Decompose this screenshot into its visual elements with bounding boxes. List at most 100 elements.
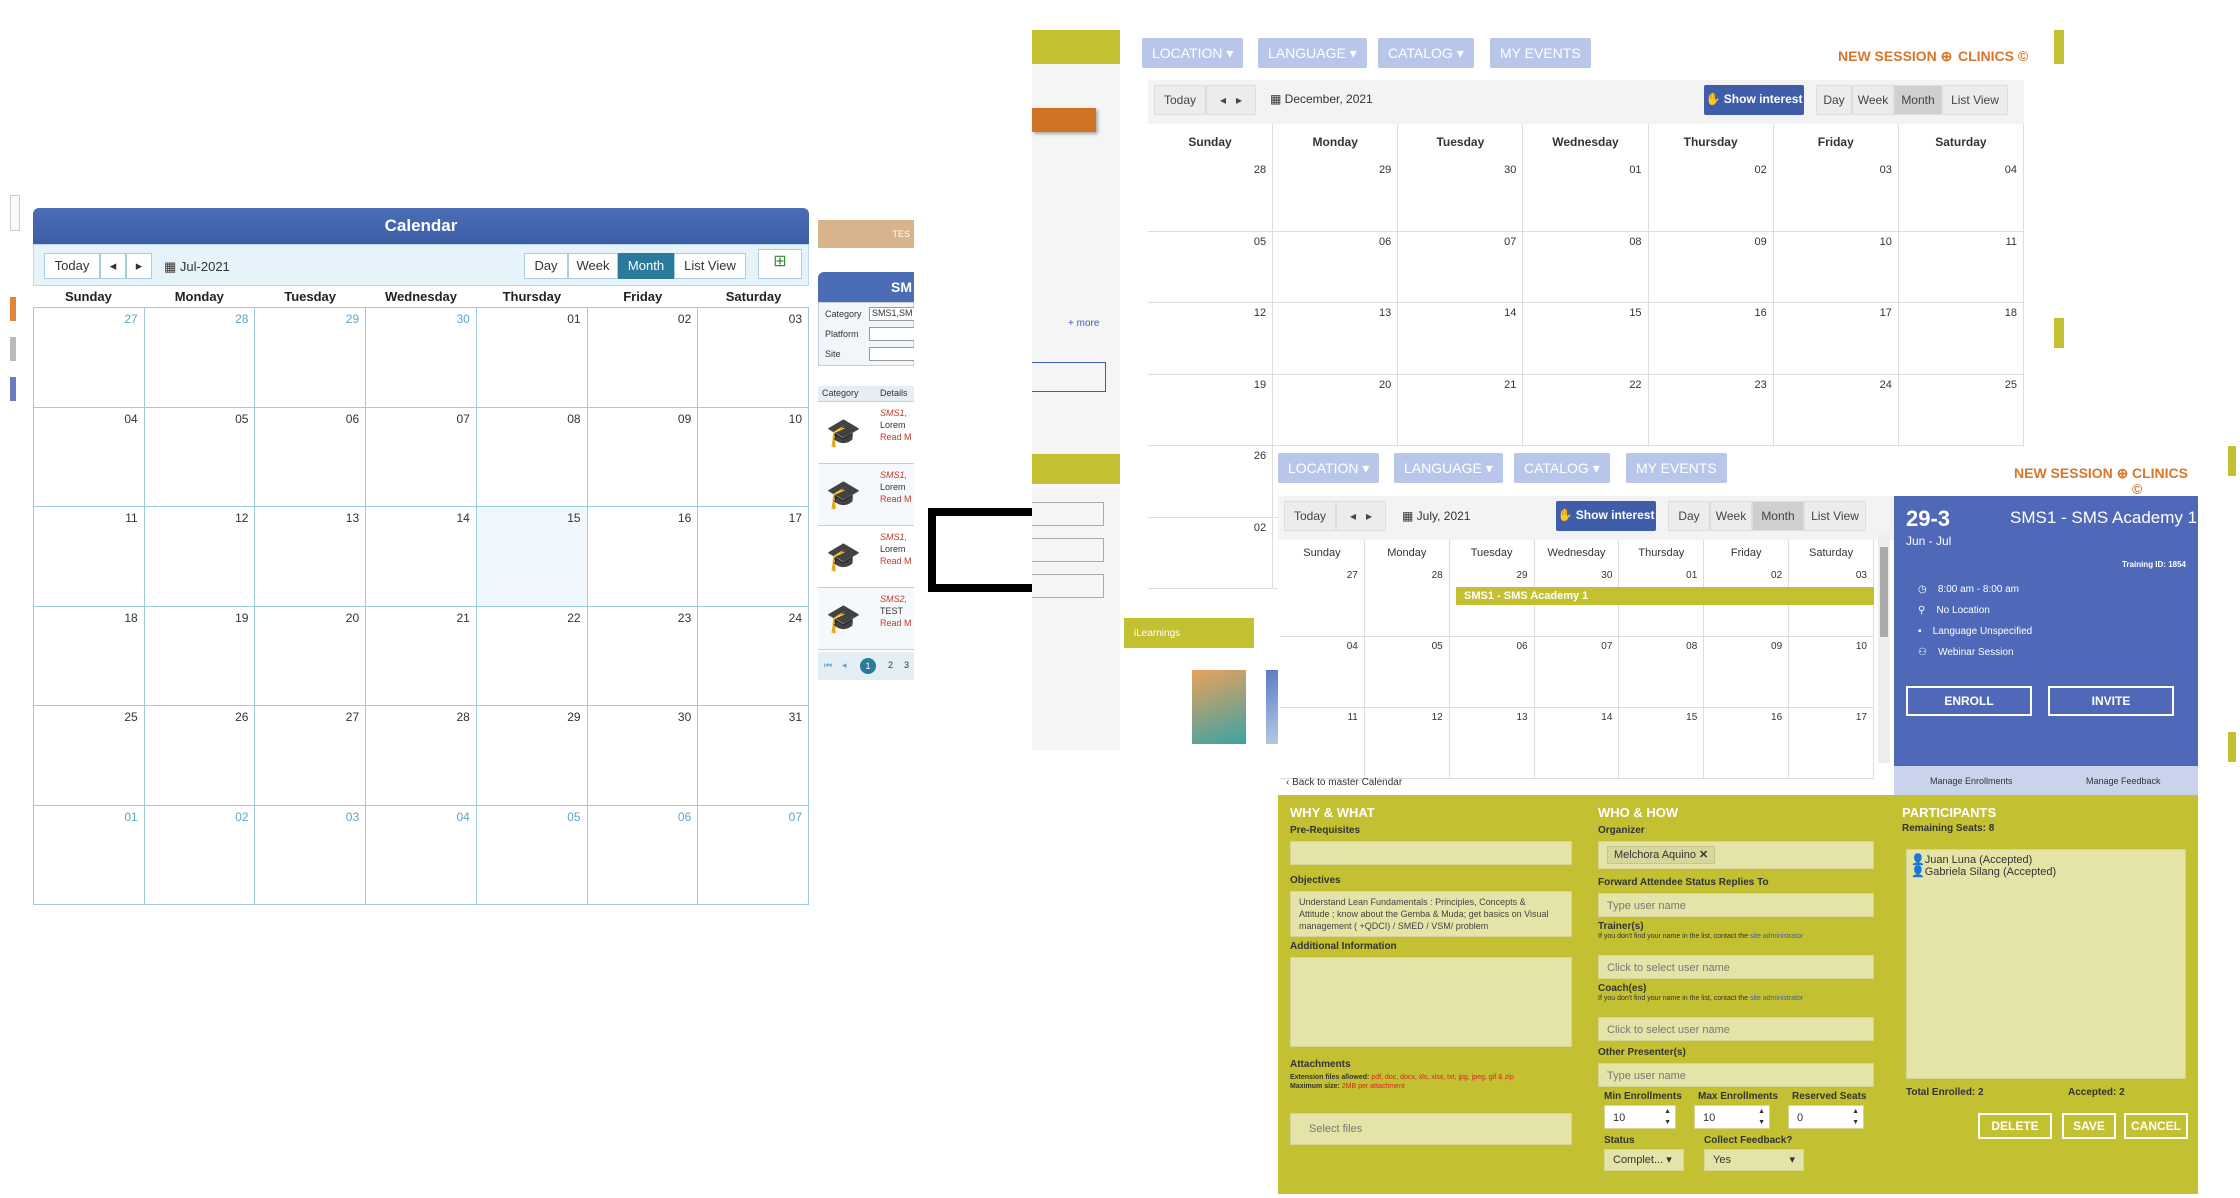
filter-category-input[interactable]: SMS1,SM: [869, 307, 914, 321]
objectives-textarea[interactable]: Understand Lean Fundamentals : Principle…: [1290, 891, 1572, 937]
day-cell[interactable]: 14: [1534, 708, 1620, 779]
event-bar-sms1[interactable]: SMS1 - SMS Academy 1: [1456, 587, 1874, 605]
manage-feedback-tab[interactable]: Manage Feedback: [2086, 776, 2161, 786]
day-cell[interactable]: 06: [1273, 231, 1399, 303]
list-item[interactable]: 🎓 SMS1, Lorem Read M: [818, 402, 914, 464]
cancel-button[interactable]: CANCEL: [2124, 1113, 2188, 1139]
prev-page-icon[interactable]: ◂: [842, 660, 847, 671]
list-item[interactable]: 🎓 SMS1, Lorem Read M: [818, 526, 914, 588]
day-cell[interactable]: 23: [1648, 374, 1774, 446]
participants-list[interactable]: 👤Juan Luna (Accepted) 👤Gabriela Silang (…: [1906, 849, 2186, 1079]
day-cell[interactable]: 26: [144, 706, 256, 806]
list-item[interactable]: 🎓 SMS1, Lorem Read M: [818, 464, 914, 526]
day-cell[interactable]: 02: [587, 308, 699, 408]
read-more-link[interactable]: Read M: [880, 494, 912, 504]
list-item[interactable]: 🎓 SMS2, TEST Read M: [818, 588, 914, 650]
read-more-link[interactable]: Read M: [880, 432, 912, 442]
status-select[interactable]: Complet... ▾: [1604, 1149, 1684, 1171]
day-cell[interactable]: 06: [587, 805, 699, 905]
save-button[interactable]: SAVE: [2062, 1113, 2116, 1139]
invite-button[interactable]: INVITE: [2048, 686, 2174, 716]
today-button[interactable]: Today: [1284, 501, 1336, 531]
day-cell[interactable]: 29: [1273, 160, 1399, 232]
day-cell[interactable]: 01: [476, 308, 588, 408]
day-cell[interactable]: 09: [587, 407, 699, 507]
my-events-button[interactable]: MY EVENTS: [1490, 38, 1591, 68]
day-cell[interactable]: 12: [1148, 303, 1274, 375]
view-list-back[interactable]: List View: [1942, 85, 2008, 115]
prev-next-buttons[interactable]: ◂ ▸: [1336, 501, 1386, 531]
day-cell[interactable]: 09: [1648, 231, 1774, 303]
day-cell[interactable]: 27: [1280, 566, 1365, 637]
coach-input[interactable]: Click to select user name: [1598, 1017, 1874, 1041]
day-cell[interactable]: 25: [1898, 374, 2024, 446]
day-cell[interactable]: 03: [1773, 160, 1899, 232]
day-cell[interactable]: 03: [255, 805, 367, 905]
page-1[interactable]: 1: [860, 658, 876, 674]
day-cell[interactable]: 12: [1364, 708, 1450, 779]
current-month-label[interactable]: ▦ July, 2021: [1402, 509, 1470, 523]
day-cell[interactable]: 08: [476, 407, 588, 507]
day-cell[interactable]: 05: [1148, 231, 1274, 303]
day-cell[interactable]: 30: [1398, 160, 1524, 232]
view-list-button[interactable]: List View: [674, 253, 746, 279]
day-cell[interactable]: 16: [1704, 708, 1790, 779]
day-cell[interactable]: 30: [587, 706, 699, 806]
day-cell[interactable]: 12: [144, 507, 256, 607]
day-cell[interactable]: 29: [476, 706, 588, 806]
view-month-button[interactable]: Month: [1752, 501, 1804, 531]
day-cell[interactable]: 13: [1449, 708, 1535, 779]
page-3[interactable]: 3: [904, 660, 909, 670]
day-cell[interactable]: 10: [698, 407, 809, 507]
view-month-back[interactable]: Month: [1894, 85, 1942, 115]
day-cell[interactable]: 25: [34, 706, 145, 806]
my-events-button[interactable]: MY EVENTS: [1626, 453, 1727, 483]
day-cell[interactable]: 26: [1148, 446, 1274, 518]
participant-item[interactable]: 👤Gabriela Silang (Accepted): [1911, 866, 2181, 878]
day-cell[interactable]: 21: [1398, 374, 1524, 446]
additional-info-textarea[interactable]: [1290, 957, 1572, 1047]
day-cell[interactable]: 01: [34, 805, 145, 905]
first-page-icon[interactable]: ⏮: [824, 660, 832, 671]
day-cell[interactable]: 18: [1898, 303, 2024, 375]
today-button-back[interactable]: Today: [1154, 85, 1206, 115]
left-input[interactable]: [1032, 362, 1106, 392]
day-cell[interactable]: 27: [255, 706, 367, 806]
delete-button[interactable]: DELETE: [1978, 1113, 2052, 1139]
other-presenters-input[interactable]: Type user name: [1598, 1063, 1874, 1087]
day-cell[interactable]: 21: [366, 606, 477, 706]
day-cell[interactable]: 03: [698, 308, 809, 408]
day-cell[interactable]: 28: [1148, 160, 1274, 232]
add-event-icon[interactable]: ⊞: [758, 249, 802, 279]
day-cell[interactable]: 08: [1523, 231, 1649, 303]
day-cell[interactable]: 02: [1148, 517, 1274, 589]
read-more-link[interactable]: Read M: [880, 556, 912, 566]
today-button[interactable]: Today: [44, 253, 100, 279]
day-cell[interactable]: 27: [34, 308, 145, 408]
day-cell[interactable]: 14: [1398, 303, 1524, 375]
view-month-button[interactable]: Month: [618, 253, 674, 279]
day-cell[interactable]: 04: [366, 805, 477, 905]
manage-enrollments-tab[interactable]: Manage Enrollments: [1930, 776, 2013, 786]
new-session-link[interactable]: NEW SESSION ⊕: [2014, 465, 2128, 482]
day-cell[interactable]: 31: [698, 706, 809, 806]
day-cell[interactable]: 11: [1898, 231, 2024, 303]
day-cell[interactable]: 15: [1523, 303, 1649, 375]
day-cell[interactable]: 04: [1898, 160, 2024, 232]
day-cell[interactable]: 22: [1523, 374, 1649, 446]
day-cell[interactable]: 24: [1773, 374, 1899, 446]
day-cell[interactable]: 09: [1704, 637, 1790, 708]
day-cell[interactable]: 16: [587, 507, 699, 607]
enroll-button[interactable]: ENROLL: [1906, 686, 2032, 716]
filter-catalog-button[interactable]: CATALOG ▾: [1378, 38, 1474, 68]
day-cell[interactable]: 15: [1619, 708, 1705, 779]
day-cell[interactable]: 28: [366, 706, 477, 806]
day-cell[interactable]: 05: [144, 407, 256, 507]
prev-button[interactable]: ◂: [100, 253, 126, 279]
current-month-back[interactable]: ▦ December, 2021: [1270, 92, 1373, 106]
read-more-link[interactable]: Read M: [880, 618, 912, 628]
filter-location-button[interactable]: LOCATION ▾: [1142, 38, 1244, 68]
organizer-field[interactable]: Melchora Aquino ✕: [1598, 841, 1874, 869]
view-week-button[interactable]: Week: [1710, 501, 1752, 531]
day-cell[interactable]: 06: [255, 407, 367, 507]
